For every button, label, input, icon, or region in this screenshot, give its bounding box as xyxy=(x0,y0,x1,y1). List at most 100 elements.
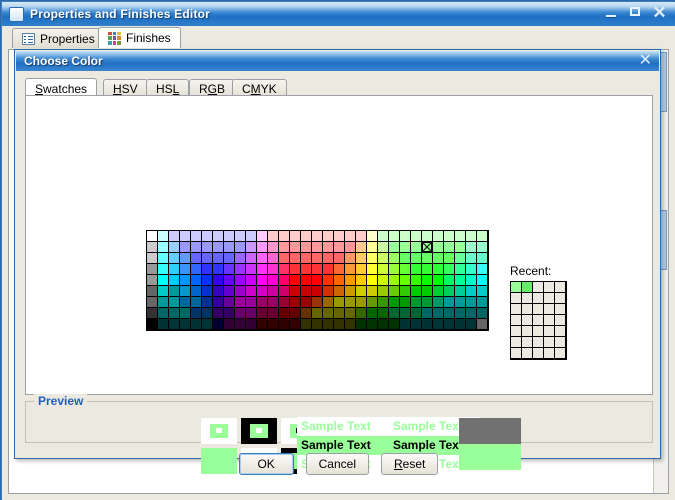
swatch-cell[interactable] xyxy=(235,242,246,253)
swatch-cell[interactable] xyxy=(268,253,279,264)
swatch-cell[interactable] xyxy=(224,275,235,286)
swatch-cell[interactable] xyxy=(411,242,422,253)
swatch-cell[interactable] xyxy=(213,231,224,242)
swatch-cell[interactable] xyxy=(455,319,466,330)
swatch-cell[interactable] xyxy=(411,264,422,275)
swatch-cell[interactable] xyxy=(158,286,169,297)
swatch-cell[interactable] xyxy=(169,308,180,319)
swatch-cell[interactable] xyxy=(268,231,279,242)
swatch-cell[interactable] xyxy=(158,242,169,253)
swatch-cell[interactable] xyxy=(466,264,477,275)
swatch-cell[interactable] xyxy=(444,253,455,264)
swatch-cell[interactable] xyxy=(290,264,301,275)
swatch-cell[interactable] xyxy=(367,308,378,319)
swatch-cell[interactable] xyxy=(411,308,422,319)
swatch-cell[interactable] xyxy=(180,308,191,319)
swatch-cell[interactable] xyxy=(257,231,268,242)
recent-swatch-cell[interactable] xyxy=(511,348,522,359)
window-titlebar[interactable]: Properties and Finishes Editor ✕ xyxy=(2,2,675,26)
swatch-cell[interactable] xyxy=(279,253,290,264)
swatch-cell[interactable] xyxy=(158,264,169,275)
swatch-cell[interactable] xyxy=(455,286,466,297)
swatch-cell[interactable] xyxy=(191,308,202,319)
swatch-cell[interactable] xyxy=(345,275,356,286)
recent-swatch-cell[interactable] xyxy=(522,293,533,304)
swatch-cell[interactable] xyxy=(246,231,257,242)
recent-swatch-cell[interactable] xyxy=(511,282,522,293)
swatch-cell[interactable] xyxy=(312,308,323,319)
swatch-cell[interactable] xyxy=(147,242,158,253)
swatch-cell[interactable] xyxy=(400,242,411,253)
swatch-cell[interactable] xyxy=(290,253,301,264)
swatch-cell[interactable] xyxy=(290,308,301,319)
swatch-cell[interactable] xyxy=(466,297,477,308)
swatch-cell[interactable] xyxy=(268,242,279,253)
swatch-cell[interactable] xyxy=(400,319,411,330)
swatch-cell[interactable] xyxy=(400,231,411,242)
swatch-cell[interactable] xyxy=(477,275,488,286)
swatch-cell[interactable] xyxy=(345,297,356,308)
swatch-cell[interactable] xyxy=(334,275,345,286)
swatch-cell[interactable] xyxy=(422,264,433,275)
swatch-cell[interactable] xyxy=(213,253,224,264)
close-icon[interactable]: ✕ xyxy=(652,4,667,21)
swatch-cell[interactable] xyxy=(180,253,191,264)
recent-swatch-cell[interactable] xyxy=(544,337,555,348)
recent-swatch-cell[interactable] xyxy=(533,282,544,293)
swatch-cell[interactable] xyxy=(378,253,389,264)
swatch-cell[interactable] xyxy=(191,231,202,242)
swatch-cell[interactable] xyxy=(356,231,367,242)
swatch-cell[interactable] xyxy=(356,253,367,264)
swatch-cell[interactable] xyxy=(169,319,180,330)
recent-swatch-cell[interactable] xyxy=(555,304,566,315)
swatch-cell[interactable] xyxy=(202,253,213,264)
recent-swatch-cell[interactable] xyxy=(544,348,555,359)
swatch-cell[interactable] xyxy=(378,297,389,308)
swatch-cell[interactable] xyxy=(191,264,202,275)
swatch-cell[interactable] xyxy=(466,231,477,242)
swatch-cell[interactable] xyxy=(400,253,411,264)
swatch-cell[interactable] xyxy=(466,242,477,253)
swatch-cell[interactable] xyxy=(367,286,378,297)
swatch-cell[interactable] xyxy=(290,242,301,253)
swatch-cell[interactable] xyxy=(433,231,444,242)
swatch-cell[interactable] xyxy=(147,264,158,275)
swatch-cell[interactable] xyxy=(444,231,455,242)
swatch-cell[interactable] xyxy=(257,297,268,308)
swatch-cell[interactable] xyxy=(334,286,345,297)
swatch-cell[interactable] xyxy=(477,286,488,297)
swatch-cell[interactable] xyxy=(268,286,279,297)
recent-swatch-cell[interactable] xyxy=(555,326,566,337)
maximize-icon[interactable] xyxy=(628,5,643,20)
swatch-cell[interactable] xyxy=(345,242,356,253)
swatch-cell[interactable] xyxy=(202,242,213,253)
swatch-cell[interactable] xyxy=(334,319,345,330)
swatch-cell[interactable] xyxy=(444,275,455,286)
swatch-cell[interactable] xyxy=(235,264,246,275)
swatch-cell[interactable] xyxy=(180,286,191,297)
swatch-cell[interactable] xyxy=(213,286,224,297)
swatch-cell[interactable] xyxy=(147,275,158,286)
swatch-cell[interactable] xyxy=(378,275,389,286)
swatch-cell[interactable] xyxy=(422,231,433,242)
swatch-cell[interactable] xyxy=(422,253,433,264)
swatch-cell[interactable] xyxy=(367,242,378,253)
swatch-cell[interactable] xyxy=(235,275,246,286)
swatch-cell[interactable] xyxy=(356,297,367,308)
swatch-cell[interactable] xyxy=(257,253,268,264)
swatch-cell[interactable] xyxy=(213,308,224,319)
swatch-cell[interactable] xyxy=(158,275,169,286)
swatch-cell[interactable] xyxy=(191,297,202,308)
swatch-cell[interactable] xyxy=(389,297,400,308)
recent-swatch-cell[interactable] xyxy=(533,337,544,348)
swatch-cell[interactable] xyxy=(147,286,158,297)
recent-swatch-cell[interactable] xyxy=(544,282,555,293)
swatch-cell[interactable] xyxy=(378,242,389,253)
swatch-cell[interactable] xyxy=(389,242,400,253)
swatch-cell[interactable] xyxy=(169,242,180,253)
recent-swatch-cell[interactable] xyxy=(522,326,533,337)
minimize-icon[interactable] xyxy=(604,5,619,20)
swatch-cell[interactable] xyxy=(323,319,334,330)
swatch-cell[interactable] xyxy=(158,253,169,264)
swatch-cell[interactable] xyxy=(356,319,367,330)
